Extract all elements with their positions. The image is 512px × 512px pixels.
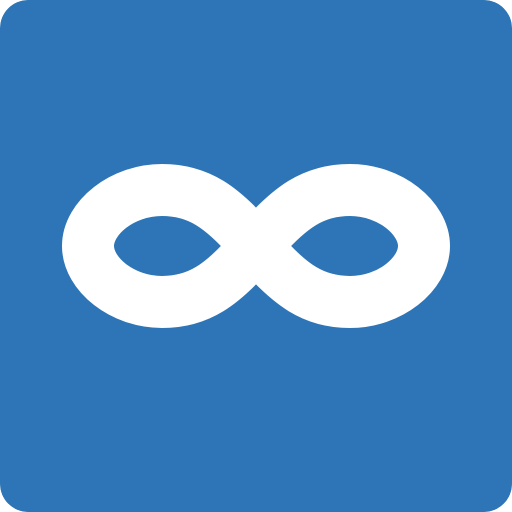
infinity-icon — [0, 0, 512, 512]
infinity-tile — [0, 0, 512, 512]
